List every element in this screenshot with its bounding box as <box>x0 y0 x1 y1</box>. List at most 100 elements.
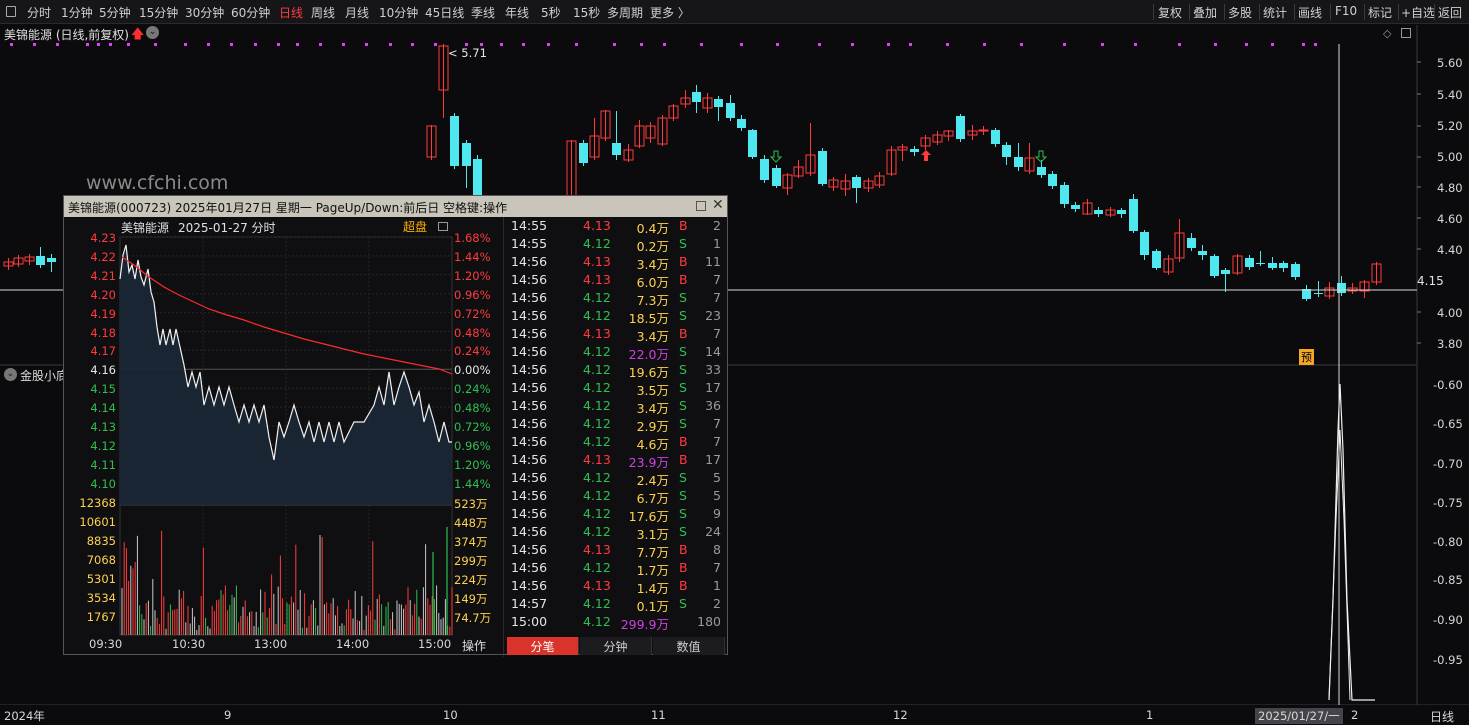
maximize-icon[interactable] <box>696 201 706 211</box>
period-tab-2[interactable]: 5分钟 <box>99 4 131 21</box>
signal-dot <box>296 43 299 46</box>
chevron-down-icon[interactable]: ⌄ <box>146 26 159 39</box>
trade-row: 14:56 4.12 4.6万 B 7 <box>507 433 729 452</box>
period-tab-3[interactable]: 15分钟 <box>139 4 178 21</box>
candlestick <box>462 140 471 188</box>
trade-side: S <box>679 236 687 251</box>
candlestick <box>702 93 713 113</box>
period-tab-8[interactable]: 月线 <box>345 4 369 21</box>
volume-tick-left: 7068 <box>86 553 116 567</box>
period-tab-7[interactable]: 周线 <box>311 4 335 21</box>
period-corner-label: 日线 <box>1430 710 1455 724</box>
period-tab-15[interactable]: 多周期 <box>607 4 643 21</box>
candlestick <box>1094 207 1103 217</box>
candlestick <box>886 146 897 176</box>
intraday-time-label: 13:00 <box>254 637 288 651</box>
signal-dot <box>230 43 233 46</box>
toolbar-button-1[interactable]: 叠加 <box>1193 4 1217 21</box>
period-tab-16[interactable]: 更多 〉 <box>650 4 690 21</box>
signal-dot <box>389 43 392 46</box>
intraday-time-label: 09:30 <box>89 637 123 651</box>
period-tab-14[interactable]: 15秒 <box>573 4 600 21</box>
tick-tab-2[interactable]: 数值 <box>653 637 725 655</box>
candlestick <box>1037 160 1046 178</box>
last-price-tag: 4.15 <box>1417 274 1444 288</box>
diamond-icon[interactable]: ◇ <box>1383 27 1391 40</box>
operate-button[interactable]: 操作 <box>462 637 486 654</box>
signal-dot <box>277 43 280 46</box>
period-tab-6[interactable]: 日线 <box>279 4 303 21</box>
indicator-chevron-icon[interactable]: ⌄ <box>4 368 17 381</box>
period-tab-9[interactable]: 10分钟 <box>379 4 418 21</box>
candlestick <box>623 144 634 162</box>
candlestick <box>1174 219 1185 262</box>
period-tab-0[interactable]: 分时 <box>27 4 51 21</box>
buy-arrow-icon <box>921 150 931 161</box>
period-tab-5[interactable]: 60分钟 <box>231 4 270 21</box>
tick-list[interactable]: 14:55 4.13 0.4万 B 2 14:55 4.12 0.2万 S 1 14:56 4.13 3… <box>507 217 729 637</box>
signal-dot <box>1214 43 1217 46</box>
trade-side: B <box>679 218 688 233</box>
price-tick-label: 5.20 <box>1437 119 1463 133</box>
trade-count: 1 <box>713 578 721 593</box>
candlestick <box>438 44 449 118</box>
candlestick <box>1256 251 1265 266</box>
toggle-panel-icon[interactable] <box>438 222 448 231</box>
candlestick <box>1291 262 1300 280</box>
trade-price: 4.12 <box>583 398 611 413</box>
close-icon[interactable]: ✕ <box>712 197 724 213</box>
trade-count: 7 <box>713 290 721 305</box>
tick-tab-1[interactable]: 分钟 <box>580 637 652 655</box>
signal-dot <box>33 43 36 46</box>
period-tab-4[interactable]: 30分钟 <box>185 4 224 21</box>
toolbar-button-0[interactable]: 复权 <box>1158 4 1182 21</box>
toolbar-button-5[interactable]: F10 <box>1335 4 1357 18</box>
candlestick <box>1140 230 1149 260</box>
intraday-price-tick: 4.13 <box>90 420 116 434</box>
window-restore-icon[interactable] <box>1401 28 1411 38</box>
trade-row: 14:56 4.13 3.4万 B 7 <box>507 325 729 344</box>
toolbar-button-4[interactable]: 画线 <box>1298 4 1322 21</box>
period-tab-1[interactable]: 1分钟 <box>61 4 93 21</box>
grid-menu-icon[interactable] <box>6 6 16 17</box>
trade-row: 14:56 4.12 2.9万 S 7 <box>507 415 729 434</box>
period-tab-12[interactable]: 年线 <box>505 4 529 21</box>
price-tick-label: 5.40 <box>1437 88 1463 102</box>
intraday-chart[interactable] <box>64 217 504 657</box>
candlestick <box>967 125 978 140</box>
intraday-time-label: 10:30 <box>172 637 206 651</box>
candlestick <box>1071 202 1080 212</box>
trade-time: 14:56 <box>511 380 548 395</box>
trade-count: 7 <box>713 272 721 287</box>
toolbar-button-6[interactable]: 标记 <box>1368 4 1392 21</box>
intraday-popup[interactable]: 美锦能源(000723) 2025年01月27日 星期一 PageUp/Down… <box>63 195 729 657</box>
period-tab-13[interactable]: 5秒 <box>541 4 561 21</box>
candlestick <box>874 172 885 188</box>
trade-time: 14:56 <box>511 416 548 431</box>
buy-signal-icon: 🡅 <box>131 27 145 42</box>
signal-dot <box>207 43 210 46</box>
volume-tick-right: 74.7万 <box>454 611 492 625</box>
trade-count: 5 <box>713 470 721 485</box>
trade-time: 14:56 <box>511 254 548 269</box>
intraday-percent-tick: 0.96% <box>454 287 491 302</box>
period-tab-11[interactable]: 季线 <box>471 4 495 21</box>
signal-dot <box>127 43 130 46</box>
toolbar-button-2[interactable]: 多股 <box>1228 4 1252 21</box>
toolbar-button-3[interactable]: 统计 <box>1263 4 1287 21</box>
super-label[interactable]: 超盘 <box>403 218 427 235</box>
intraday-percent-tick: 0.48% <box>454 325 491 340</box>
trade-price: 4.12 <box>583 362 611 377</box>
toolbar-button-8[interactable]: 返回 <box>1438 4 1462 21</box>
trade-count: 2 <box>713 596 721 611</box>
candlestick <box>991 128 1000 147</box>
candlestick <box>1060 182 1069 208</box>
indicator-tick-label: -0.70 <box>1433 457 1463 471</box>
trade-time: 14:56 <box>511 578 548 593</box>
tick-tab-0[interactable]: 分笔 <box>507 637 579 655</box>
signal-dot <box>776 43 779 46</box>
toolbar-button-7[interactable]: +自选 <box>1401 4 1435 21</box>
indicator-tick-label: -0.65 <box>1433 417 1463 431</box>
intraday-percent-tick: 0.24% <box>454 344 491 359</box>
period-tab-10[interactable]: 45日线 <box>425 4 464 21</box>
